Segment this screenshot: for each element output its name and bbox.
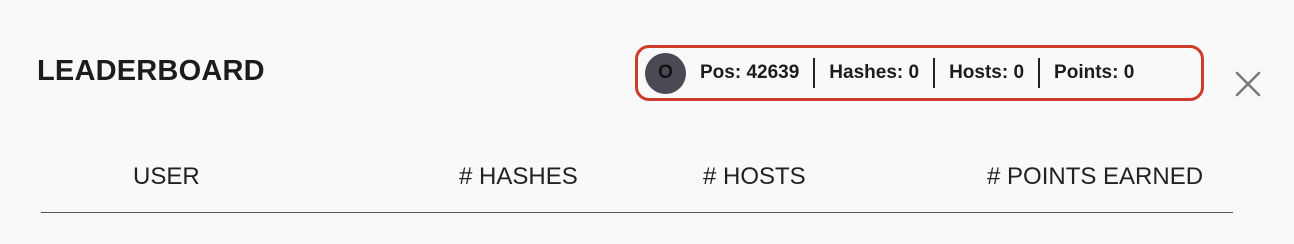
close-icon	[1235, 71, 1261, 97]
hashes-stat: Hashes: 0	[829, 62, 920, 83]
user-stats-panel: O Pos: 42639 Hashes: 0 Hosts: 0 Points: …	[635, 45, 1204, 101]
page-title: LEADERBOARD	[37, 55, 265, 87]
divider	[1038, 58, 1041, 88]
leaderboard-table-header: USER # HASHES # HOSTS # POINTS EARNED	[41, 162, 1233, 202]
divider	[813, 58, 816, 88]
close-button[interactable]	[1231, 67, 1265, 101]
divider	[933, 58, 936, 88]
hosts-stat: Hosts: 0	[949, 62, 1025, 83]
column-header-hosts[interactable]: # HOSTS	[703, 162, 806, 192]
avatar[interactable]: O	[645, 52, 686, 94]
header-divider	[41, 212, 1233, 213]
points-stat: Points: 0	[1054, 62, 1135, 83]
column-header-user[interactable]: USER	[133, 162, 200, 192]
column-header-points-earned[interactable]: # POINTS EARNED	[987, 162, 1203, 192]
column-header-hashes[interactable]: # HASHES	[459, 162, 578, 192]
position-stat: Pos: 42639	[700, 62, 800, 83]
